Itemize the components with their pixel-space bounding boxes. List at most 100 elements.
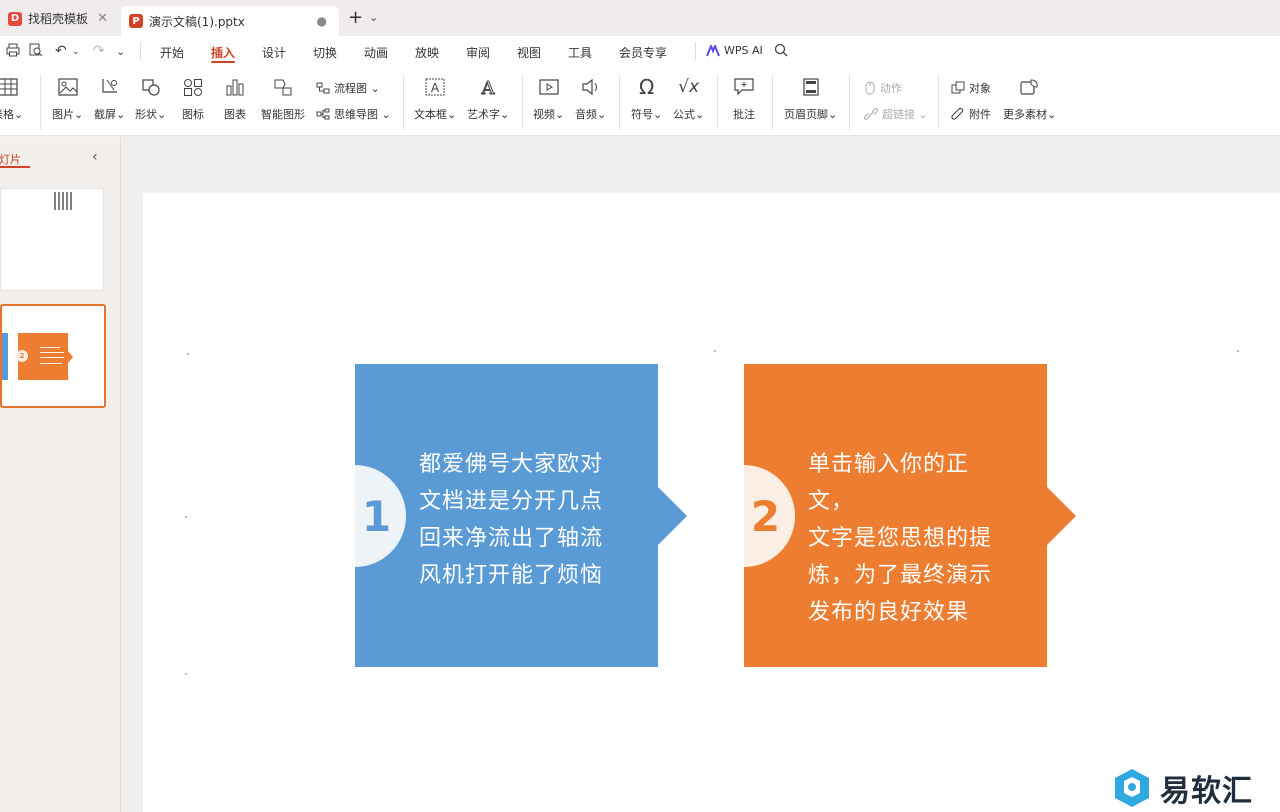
svg-text:A: A [481,78,496,96]
symbol-label: 符号 [631,108,653,121]
divider [619,74,620,130]
textbox-icon: A [424,76,446,98]
smartart-icon [272,76,294,98]
header-footer-icon [800,76,822,98]
menu-home[interactable]: 开始 [160,44,184,61]
attachment-label: 附件 [969,108,991,121]
chart-label: 图表 [224,108,246,121]
tab-docer[interactable]: D 找稻壳模板 ✕ [0,5,116,32]
new-tab-icon[interactable]: + [348,9,363,27]
slide-thumbnail-1[interactable] [0,188,104,291]
video-label: 视频 [533,108,555,121]
formula-label: 公式 [673,108,695,121]
menu-transition[interactable]: 切换 [313,44,337,61]
tab-presentation[interactable]: P 演示文稿(1).pptx ● [121,6,339,36]
wps-ai-label: WPS AI [724,44,763,57]
text-line: 炼，为了最终演示 [808,563,993,588]
chevron-down-icon[interactable]: ⌄ [72,47,80,57]
text-line: 都爱佛号大家欧对 [419,452,604,477]
comment-label: 批注 [733,108,755,121]
menu-membership[interactable]: 会员专享 [619,44,667,61]
mindmap-button[interactable]: 思维导图 ⌄ [316,106,391,122]
flowchart-button[interactable]: 流程图 ⌄ [316,80,380,96]
attachment-button[interactable]: 附件 [951,106,991,122]
video-button[interactable]: 视频⌄ [533,76,564,122]
object-button[interactable]: 对象 [951,80,991,96]
slide-canvas[interactable] [143,193,1280,812]
close-icon[interactable]: ✕ [97,11,108,26]
blue-box-text[interactable]: 都爱佛号大家欧对 文档进是分开几点 回来净流出了轴流 风机打开能了烦恼 [419,446,619,594]
placeholder-mark [714,350,716,352]
paperclip-icon [951,107,964,120]
more-icon[interactable]: ⌄ [116,45,125,58]
more-material-button[interactable]: 更多素材⌄ [1003,76,1056,122]
action-label: 动作 [880,82,902,95]
divider [40,74,41,130]
menu-slideshow[interactable]: 放映 [415,44,439,61]
hyperlink-label: 超链接 [882,108,915,121]
object-icon [951,81,965,94]
thumb-text-line [40,347,60,348]
icon-button[interactable]: 图标 [182,76,204,122]
screenshot-label: 截屏 [94,108,116,121]
qr-code-icon [54,192,74,210]
screenshot-button[interactable]: 截屏⌄ [94,76,125,122]
wordart-icon: A [477,76,499,98]
smartart-button[interactable]: 智能图形 [261,76,305,122]
formula-button[interactable]: √x 公式⌄ [673,76,704,122]
audio-button[interactable]: 音频⌄ [575,76,606,122]
orange-box-text[interactable]: 单击输入你的正文， 文字是您思想的提 炼，为了最终演示 发布的良好效果 [808,446,1008,631]
print-icon[interactable] [6,43,20,61]
unsaved-dot-icon[interactable]: ● [317,14,327,28]
chart-button[interactable]: 图表 [224,76,246,122]
wps-ai-button[interactable]: WPS AI [706,44,763,57]
shape-button[interactable]: 形状⌄ [135,76,166,122]
mindmap-label: 思维导图 [334,108,378,121]
placeholder-mark [185,673,187,675]
divider [522,74,523,130]
placeholder-mark [1237,350,1239,352]
watermark: 易软汇 [1112,766,1253,810]
menu-design[interactable]: 设计 [262,44,286,61]
menu-tools[interactable]: 工具 [568,44,592,61]
chart-icon [224,76,246,98]
svg-text:A: A [431,81,440,95]
menu-view[interactable]: 视图 [517,44,541,61]
slide-thumbnail-panel: 幻灯片 ‹ 2 [0,137,121,812]
chevron-down-icon[interactable]: ⌄ [369,11,378,24]
search-icon[interactable] [774,43,788,61]
textbox-button[interactable]: A 文本框⌄ [414,76,456,122]
menu-insert[interactable]: 插入 [211,44,235,61]
table-button[interactable]: 表格⌄ [0,76,23,122]
menu-review[interactable]: 审阅 [466,44,490,61]
picture-button[interactable]: 图片⌄ [52,76,83,122]
icons-icon [182,76,204,98]
ribbon-toolbar: 表格⌄ 图片⌄ 截屏⌄ 形状⌄ 图标 图表 智能图形 流程图 ⌄ 思维导图 ⌄ … [0,68,1280,136]
mouse-icon [865,81,875,95]
shapes-icon [140,76,162,98]
wps-ai-icon [706,44,720,56]
wordart-button[interactable]: A 艺术字⌄ [467,76,509,122]
action-button[interactable]: 动作 [864,80,902,96]
placeholder-mark [187,353,189,355]
comment-button[interactable]: 批注 [733,76,755,122]
text-line: 回来净流出了轴流 [419,526,604,551]
hyperlink-button[interactable]: 超链接 ⌄ [864,106,928,122]
menu-animation[interactable]: 动画 [364,44,388,61]
flowchart-icon [316,82,330,94]
divider [717,74,718,130]
active-tab-indicator [211,61,235,63]
panel-title[interactable]: 幻灯片 [0,151,21,167]
picture-label: 图片 [52,108,74,121]
header-footer-button[interactable]: 页眉页脚⌄ [784,76,837,122]
wordart-label: 艺术字 [467,108,500,121]
symbol-button[interactable]: Ω 符号⌄ [631,75,662,122]
ppt-icon: P [129,14,143,28]
slide-thumbnail-2[interactable]: 2 [0,304,106,408]
print-preview-icon[interactable] [29,43,43,61]
divider [403,74,404,130]
undo-icon[interactable]: ↶ [55,43,67,59]
collapse-panel-icon[interactable]: ‹ [92,149,98,165]
text-line: 风机打开能了烦恼 [419,563,604,588]
redo-icon[interactable]: ↷ [93,43,105,59]
